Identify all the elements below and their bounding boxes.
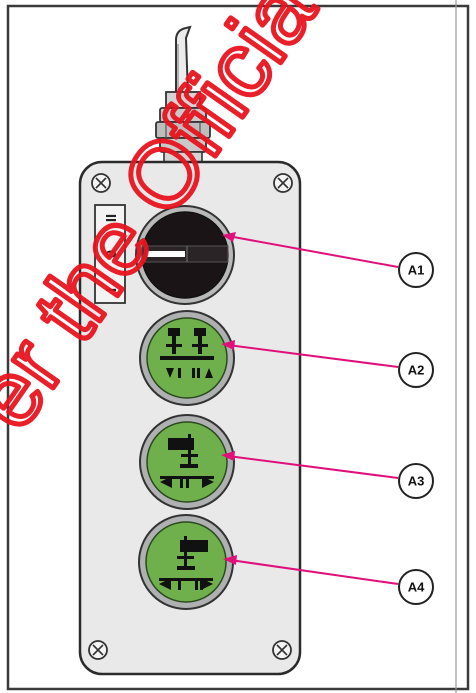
screw-bottom-left-icon [88,640,108,660]
callout-a2: A2 [398,352,434,388]
callout-label-a3: A3 [408,473,425,488]
lift-button[interactable] [139,310,235,406]
callout-label-a2: A2 [408,362,425,377]
diagram-canvas: II 0 I A1 A2 A3 A4 er the Officia [0,0,470,693]
screw-bottom-right-icon [272,640,292,660]
callout-a1: A1 [398,252,434,288]
callout-label-a1: A1 [408,262,425,277]
screw-top-right-icon [273,173,293,193]
left-shift-button[interactable] [139,414,235,510]
right-shift-button[interactable] [138,514,234,610]
callout-label-a4: A4 [408,579,425,594]
callout-a4: A4 [398,569,434,605]
callout-a3: A3 [398,463,434,499]
control-box-diagram: II 0 I A1 A2 A3 A4 er the Officia [0,0,476,693]
